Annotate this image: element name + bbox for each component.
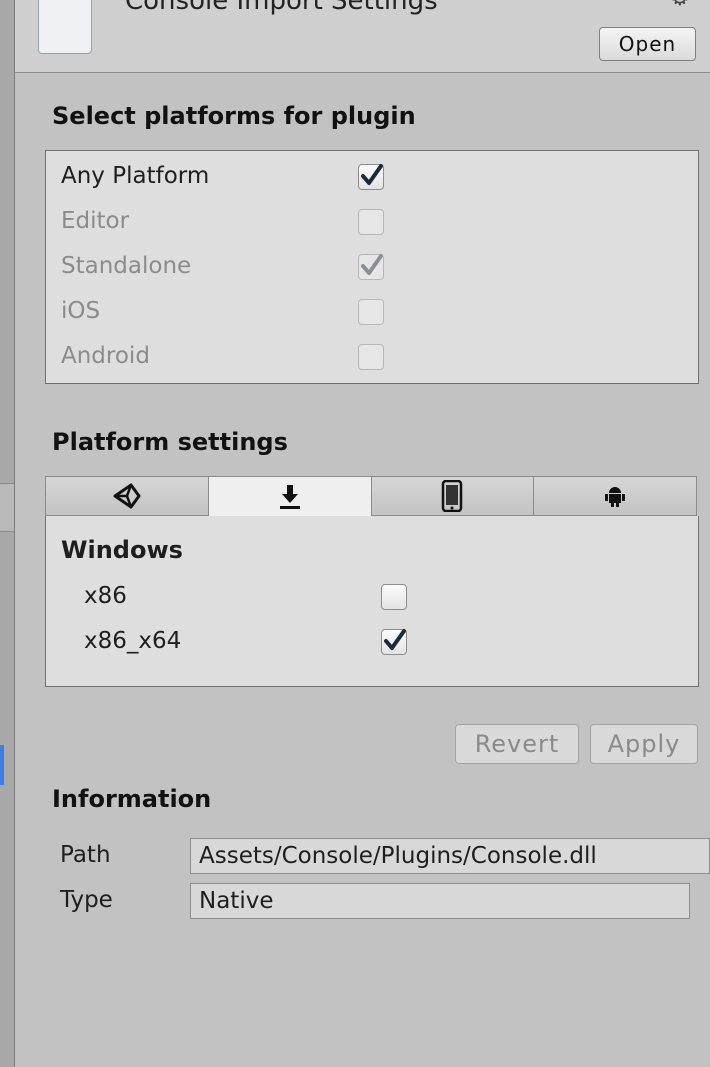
editor-checkbox[interactable] — [358, 209, 384, 235]
ios-checkbox[interactable] — [358, 299, 384, 325]
platform-label-standalone: Standalone — [61, 253, 192, 279]
revert-button[interactable]: Revert — [455, 724, 579, 764]
platform-tabs — [45, 476, 697, 516]
apply-button[interactable]: Apply — [590, 724, 698, 764]
tab-ios[interactable] — [371, 476, 535, 516]
checkmark-icon — [361, 164, 383, 185]
checkmark-icon — [361, 254, 383, 275]
windows-settings-box: Windows x86 x86_x64 — [45, 516, 699, 687]
download-icon — [279, 484, 300, 509]
inspector-header: Console Import Settings ⚙ Open — [15, 0, 710, 73]
type-label: Type — [60, 887, 113, 913]
path-label: Path — [60, 842, 111, 868]
any-platform-checkbox[interactable] — [358, 164, 384, 190]
platform-settings-title: Platform settings — [52, 428, 288, 456]
unity-icon — [113, 483, 141, 509]
checkmark-icon — [384, 629, 406, 650]
tab-standalone[interactable] — [208, 476, 372, 516]
platform-label-ios: iOS — [61, 298, 101, 324]
windows-section-title: Windows — [61, 536, 183, 564]
inspector-panel: Console Import Settings ⚙ Open Select pl… — [0, 0, 710, 1067]
android-icon — [605, 487, 626, 507]
plugin-platforms-box: Any Platform Editor Standalone iOS Andro… — [45, 150, 699, 384]
left-panel-selection-marker — [0, 745, 4, 785]
platform-label-editor: Editor — [61, 208, 130, 234]
header-title: Console Import Settings — [125, 0, 438, 16]
x86-checkbox[interactable] — [381, 584, 407, 610]
gear-icon[interactable]: ⚙ — [670, 0, 690, 11]
option-label-x86: x86 — [84, 583, 127, 609]
platform-label-android: Android — [61, 343, 150, 369]
option-label-x86-x64: x86_x64 — [84, 628, 182, 654]
left-panel-divider — [0, 483, 14, 532]
information-title: Information — [52, 785, 212, 813]
type-field[interactable]: Native — [190, 883, 690, 919]
file-icon — [38, 0, 92, 54]
standalone-checkbox[interactable] — [358, 254, 384, 280]
left-panel-edge — [0, 0, 15, 1067]
open-button[interactable]: Open — [599, 27, 696, 61]
platform-label-any: Any Platform — [61, 163, 210, 189]
tab-android[interactable] — [534, 476, 697, 516]
tab-default[interactable] — [45, 476, 209, 516]
plugin-platforms-title: Select platforms for plugin — [52, 102, 416, 130]
x86-x64-checkbox[interactable] — [381, 629, 407, 655]
path-field[interactable]: Assets/Console/Plugins/Console.dll — [190, 838, 710, 874]
phone-icon — [442, 480, 463, 512]
android-checkbox[interactable] — [358, 344, 384, 370]
